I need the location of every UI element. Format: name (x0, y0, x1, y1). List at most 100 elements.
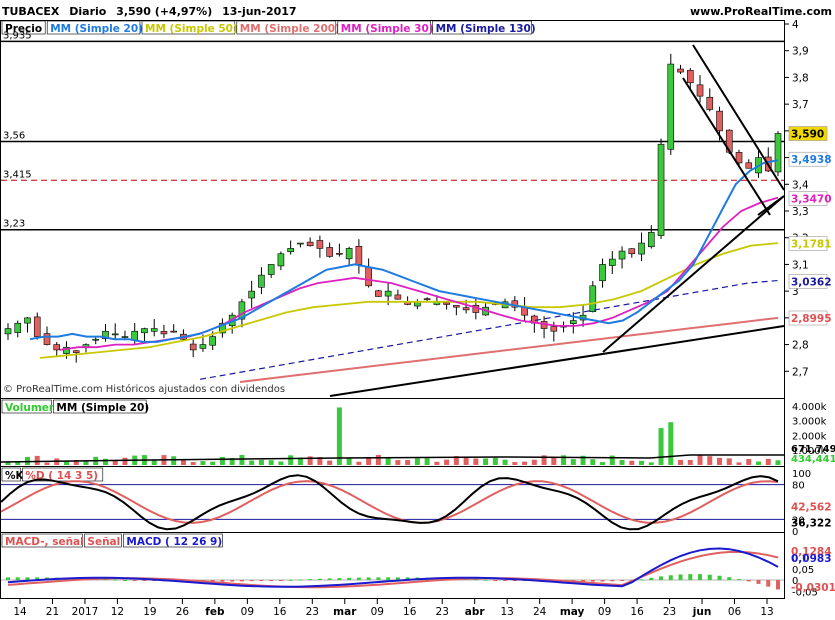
macd-hist-bar (356, 577, 361, 580)
macd-hist-bar (668, 575, 673, 580)
macd-hist-bar (717, 575, 722, 580)
date-tick-label: 09 (598, 606, 611, 618)
candle-body (462, 307, 470, 311)
candle-body (686, 70, 694, 84)
legend-item: Volumen (5, 402, 56, 414)
price-tick-label: 2,8 (792, 340, 809, 352)
candle-body (14, 322, 22, 333)
macd-hist-bar (756, 580, 761, 584)
price-badge-text: 3,3470 (791, 193, 832, 205)
date-tick-label: 13 (500, 606, 513, 618)
candle-body (306, 241, 314, 247)
price-tick-label: 4 (792, 19, 799, 31)
date-tick-label: may (560, 606, 585, 618)
macd-hist-bar (746, 580, 751, 582)
volume-bar (268, 460, 274, 465)
price-tick-label: 3,1 (792, 259, 809, 271)
date-tick-label: 16 (273, 606, 287, 618)
horizontal-levels: 3,935 3,56 3,415 3,23 (1, 30, 784, 231)
macd-badge: 0,0983 (791, 553, 832, 565)
volume-bar (414, 458, 420, 465)
date-tick-label: 13 (760, 606, 773, 618)
legend-item: MM (Simple 50) (145, 23, 238, 35)
candle-body (589, 285, 597, 312)
volume-bar (171, 456, 177, 465)
legend-item: MACD ( 12 26 9) (126, 536, 222, 548)
candle-body (336, 252, 343, 255)
volume-bar (327, 460, 333, 465)
level-label: 3,415 (3, 169, 32, 180)
volume-bar (473, 458, 479, 465)
candle-body (345, 248, 353, 260)
candle-body (667, 63, 675, 150)
candle-body (326, 247, 333, 257)
volume-bar (200, 461, 206, 465)
date-tick-label: 21 (46, 606, 59, 618)
level-label: 3,935 (3, 30, 32, 41)
trend-line (692, 44, 785, 191)
candle-body (657, 143, 665, 236)
trend-line (329, 325, 785, 397)
macd-hist-bar (25, 577, 30, 580)
volume-bar (502, 459, 508, 465)
volume-bar (775, 460, 781, 465)
volume-bar (288, 455, 294, 465)
volume-bar (463, 456, 469, 465)
macd-hist-bar (639, 579, 644, 581)
date-tick-label: feb (205, 606, 225, 618)
macd-hist-bar (493, 580, 498, 581)
price-badge-text: 3,590 (791, 129, 824, 141)
price-badge-text: 2,8995 (791, 313, 832, 325)
volume-bar (658, 428, 664, 465)
level-label: 3,56 (3, 131, 25, 142)
volume-bar (492, 457, 498, 465)
candle-body (716, 110, 723, 132)
date-tick-label: abr (465, 606, 486, 618)
volume-bar (444, 459, 450, 465)
macd-hist-bar (122, 579, 127, 581)
candle-body (599, 264, 606, 282)
candle-body (550, 326, 558, 332)
volume-bar (336, 407, 342, 465)
macd-hist-bar (776, 580, 780, 590)
site-label: www.ProRealTime.com (690, 5, 832, 18)
candle-body (43, 333, 51, 345)
macd-badge: -0,0301 (791, 582, 835, 594)
volume-bar (122, 457, 128, 465)
volume-bar (239, 454, 245, 465)
macd-hist-bar (239, 580, 244, 582)
candle-body (609, 258, 616, 266)
price-badge-text: 3,4938 (791, 154, 832, 166)
candle-body (677, 68, 684, 73)
macd-hist-bar (278, 580, 283, 581)
volume-bar (512, 462, 518, 465)
candle-body (297, 242, 304, 245)
volume-bar (707, 456, 713, 465)
volume-bar (619, 459, 625, 465)
candle-body (111, 333, 119, 336)
candle-body (121, 336, 129, 338)
macd-hist-bar (503, 580, 508, 581)
sma30-line (59, 196, 779, 351)
volume-bar (5, 462, 11, 465)
macd-hist-bar (249, 580, 254, 582)
macd-hist-bar (113, 579, 118, 581)
macd-hist-bar (766, 580, 771, 587)
candle-body (394, 294, 402, 300)
stoch-tick-label: 100 (792, 469, 811, 480)
date-tick-label: 23 (663, 606, 676, 618)
volume-panel: Volumen MM (Simple 20) 4.000k3.000k2.000k1… (0, 399, 835, 465)
volume-bar (102, 458, 108, 465)
candle-body (453, 305, 460, 308)
legend-item: Señal (87, 536, 120, 548)
candle-body (199, 344, 207, 349)
volume-bar (531, 459, 537, 465)
stoch-badge: 36,322 (791, 517, 832, 529)
candle-body (696, 84, 704, 97)
candle-body (277, 253, 285, 267)
price-legend: Precio MM (Simple 20) MM (Simple 50) MM (Si… (1, 20, 536, 35)
candle-body (570, 320, 577, 325)
macd-hist-bar (727, 577, 732, 580)
candle-body (745, 162, 753, 169)
macd-hist-bar (220, 580, 225, 582)
